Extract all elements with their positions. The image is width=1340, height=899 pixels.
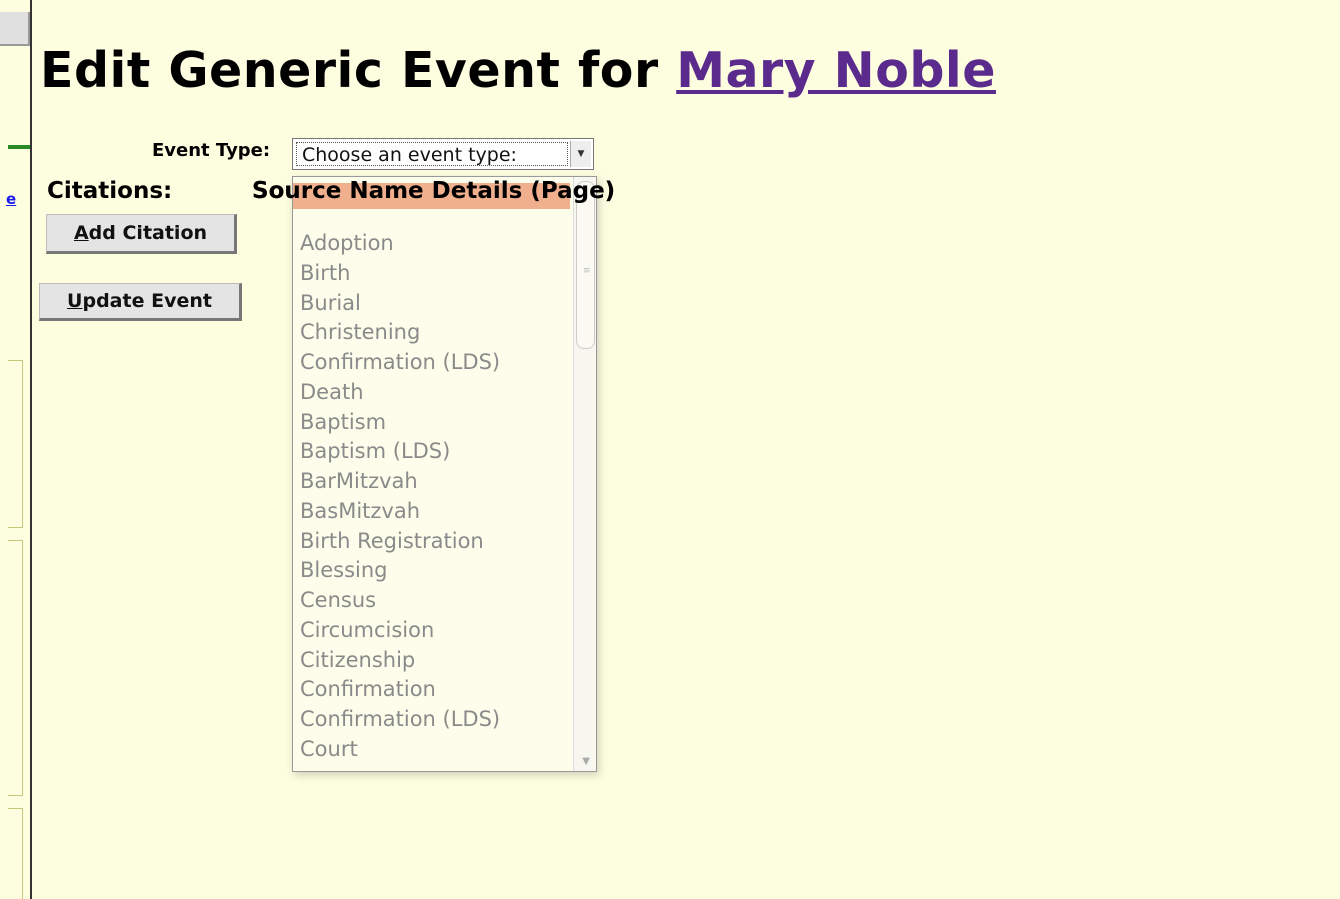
dropdown-option[interactable]: Confirmation (LDS) <box>293 348 571 378</box>
grip-icon: ≡ <box>583 266 591 276</box>
person-name-link[interactable]: Mary Noble <box>676 42 996 99</box>
dropdown-option[interactable]: Confirmation (LDS) <box>293 705 571 735</box>
dropdown-option[interactable]: Court <box>293 735 571 765</box>
dropdown-option[interactable]: Census <box>293 586 571 616</box>
dropdown-option[interactable]: Baptism <box>293 408 571 438</box>
event-type-dropdown-list[interactable]: Adoption Birth Burial Christening Confirmati… <box>292 176 597 772</box>
dropdown-option[interactable]: Birth Registration <box>293 527 571 557</box>
dropdown-option[interactable]: Baptism (LDS) <box>293 437 571 467</box>
event-type-select[interactable]: Choose an event type: ▼ <box>292 138 594 170</box>
dropdown-option[interactable]: Confirmation <box>293 675 571 705</box>
scrollbar-thumb[interactable]: ≡ <box>576 181 595 349</box>
dropdown-option[interactable]: Burial <box>293 289 571 319</box>
dropdown-option[interactable]: BarMitzvah <box>293 467 571 497</box>
page-title: Edit Generic Event for Mary Noble <box>40 42 996 99</box>
add-citation-accel: A <box>73 222 89 244</box>
add-citation-label: dd Citation <box>88 222 208 244</box>
left-panel-2 <box>8 540 23 796</box>
scroll-down-icon[interactable]: ▼ <box>582 756 590 767</box>
update-event-accel: U <box>67 290 83 312</box>
dropdown-option[interactable]: Circumcision <box>293 616 571 646</box>
event-type-selected-value: Choose an event type: <box>302 144 517 166</box>
chevron-down-icon[interactable]: ▼ <box>570 141 591 167</box>
page: e Edit Generic Event for Mary Noble Even… <box>0 0 1340 899</box>
event-type-label: Event Type: <box>152 140 271 161</box>
frame-divider <box>30 0 32 899</box>
dropdown-option[interactable]: Birth <box>293 259 571 289</box>
dropdown-scrollbar[interactable]: ≡ ▼ <box>573 177 596 771</box>
citations-label: Citations: <box>47 178 173 204</box>
dropdown-option[interactable]: Christening <box>293 318 571 348</box>
left-green-bar <box>8 145 30 149</box>
left-panel-1 <box>8 360 23 528</box>
dropdown-option[interactable]: Blessing <box>293 556 571 586</box>
left-panel-3 <box>8 808 23 899</box>
add-citation-button[interactable]: Add Citation <box>46 214 237 254</box>
left-button-fragment[interactable] <box>0 12 30 46</box>
update-event-button[interactable]: Update Event <box>39 283 242 321</box>
left-link-fragment[interactable]: e <box>6 190 16 208</box>
dropdown-option[interactable]: Death <box>293 378 571 408</box>
dropdown-option[interactable]: BasMitzvah <box>293 497 571 527</box>
title-prefix: Edit Generic Event for <box>40 42 659 99</box>
dropdown-options: Adoption Birth Burial Christening Confirmati… <box>293 229 571 765</box>
update-event-label: pdate Event <box>82 290 212 312</box>
source-column-header-overlay: Source Name Details (Page) <box>252 178 616 204</box>
dropdown-option[interactable]: Citizenship <box>293 646 571 676</box>
dropdown-option[interactable]: Adoption <box>293 229 571 259</box>
